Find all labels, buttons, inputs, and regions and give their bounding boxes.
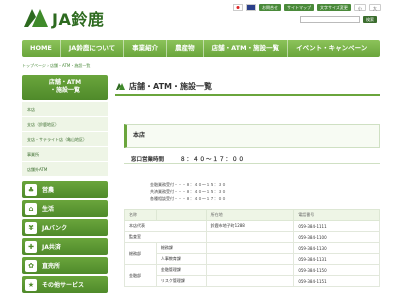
search-button[interactable]: 検索: [363, 16, 377, 23]
nav-business[interactable]: 事業紹介: [124, 40, 168, 57]
service-icon: ★: [25, 278, 37, 291]
hours-detail: 金融業務受付・・・８：４０～１５：３０ 共済業務受付・・・８：４０～１５：３０ …: [150, 182, 226, 201]
col-header-phone: 電話番号: [293, 209, 380, 221]
cell-phone: 059-384-1131: [293, 253, 380, 265]
cell-section: リスク管理課: [155, 275, 207, 287]
table-row: 本店代表 鈴鹿市地子町1288 059-384-1111: [124, 220, 380, 232]
nav-about[interactable]: JA鈴鹿について: [61, 40, 125, 57]
insurance-icon: ✚: [25, 240, 37, 253]
page-title: 店舗・ATM・施設一覧: [115, 78, 380, 96]
table-row: リスク管理課 059-384-1151: [125, 275, 380, 287]
service-label: 生活: [42, 206, 55, 213]
table-header-row: 名称 所在地 電話番号: [124, 209, 380, 221]
ja-logo[interactable]: JA鈴鹿: [22, 6, 104, 30]
global-nav: HOME JA鈴鹿について 事業紹介 農産物 店舗・ATM・施設一覧 イベント・…: [22, 40, 380, 57]
font-large-button[interactable]: 大: [368, 4, 381, 11]
cell-address: [205, 275, 295, 287]
cell-phone: 059-384-1151: [293, 275, 380, 287]
shop-icon: ✿: [25, 259, 37, 272]
cell-section: 総務課: [155, 242, 207, 254]
sidebar-heading-line1: 店舗・ATM: [48, 79, 82, 86]
cell-section: 金融管理課: [155, 264, 207, 276]
nav-events[interactable]: イベント・キャンペーン: [288, 40, 375, 57]
service-label: その他サービス: [42, 282, 85, 289]
cell-address: [205, 253, 295, 265]
sidebar-heading: 店舗・ATM ・施設一覧: [22, 75, 108, 100]
japan-flag-icon[interactable]: [233, 4, 243, 11]
page: JA鈴鹿 お問合せ サイトマップ 文字サイズ変更 小 大 検索 HOME JA鈴…: [0, 0, 400, 300]
search-input[interactable]: [300, 16, 360, 23]
contact-table: 名称 所在地 電話番号 本店代表 鈴鹿市地子町1288 059-384-1111…: [124, 209, 380, 287]
service-label: JA共済: [42, 244, 61, 251]
service-life[interactable]: ⌂ 生活: [22, 200, 108, 217]
font-small-button[interactable]: 小: [353, 4, 366, 11]
service-insurance[interactable]: ✚ JA共済: [22, 238, 108, 255]
cell-address: 鈴鹿市地子町1288: [205, 220, 295, 232]
table-row: 監査室 059-384-1100: [124, 231, 380, 243]
nav-stores[interactable]: 店舗・ATM・施設一覧: [204, 40, 289, 57]
bank-icon: ¥: [25, 221, 37, 234]
farming-icon: ♣: [25, 183, 37, 196]
cell-name: 総務部: [124, 242, 157, 265]
service-shop[interactable]: ✿ 直売所: [22, 257, 108, 274]
site-search: 検索: [300, 16, 377, 23]
sitemap-link[interactable]: サイトマップ: [284, 4, 314, 11]
hours-value: ８：４０～１７：００: [180, 157, 246, 163]
service-bank[interactable]: ¥ JAバンク: [22, 219, 108, 236]
nav-produce[interactable]: 農産物: [167, 40, 204, 57]
table-row: 金融部 金融管理課 059-384-1150: [124, 264, 380, 287]
cell-phone: 059-384-1150: [293, 264, 380, 276]
cell-name: 金融部: [124, 264, 157, 287]
sidebar-item-offices[interactable]: 事業所: [22, 147, 108, 162]
service-label: 営農: [42, 187, 55, 194]
breadcrumb[interactable]: トップページ › 店舗・ATM・施設一覧: [22, 63, 90, 69]
col-header-sub: [155, 209, 207, 221]
cell-name: 監査室: [124, 231, 207, 243]
font-size-label: 文字サイズ変更: [317, 4, 351, 11]
cell-phone: 059-384-1130: [293, 242, 380, 254]
hours-label: 窓口営業時間: [131, 157, 165, 163]
sidebar-item-kameyama-branches[interactable]: 支店・サテライト店（亀山地区）: [22, 132, 108, 147]
table-row: 総務部 総務課 059-384-1130: [124, 242, 380, 265]
divider: [124, 163, 380, 164]
col-header-address: 所在地: [205, 209, 295, 221]
nav-home[interactable]: HOME: [22, 40, 61, 57]
sidebar-menu: 本店 支店（鈴鹿地区） 支店・サテライト店（亀山地区） 事業所 店舗外ATM: [22, 102, 108, 177]
cell-phone: 059-384-1111: [293, 220, 380, 232]
service-label: JAバンク: [42, 225, 68, 232]
contact-link[interactable]: お問合せ: [259, 4, 281, 11]
sidebar-heading-line2: ・施設一覧: [49, 87, 80, 94]
logo-text: JA鈴鹿: [52, 10, 105, 29]
cell-address: [205, 264, 295, 276]
top-links: お問合せ サイトマップ 文字サイズ変更 小 大: [233, 4, 381, 11]
sidebar-item-head-office[interactable]: 本店: [22, 102, 108, 117]
uk-flag-icon[interactable]: [246, 4, 256, 11]
sidebar-item-atm[interactable]: 店舗外ATM: [22, 162, 108, 177]
cell-address: [205, 242, 295, 254]
life-icon: ⌂: [25, 202, 37, 215]
cell-section: 人事教育課: [155, 253, 207, 265]
service-farming[interactable]: ♣ 営農: [22, 181, 108, 198]
store-name-heading: 本店: [124, 124, 380, 148]
table-row: 人事教育課 059-384-1131: [125, 253, 380, 265]
cell-phone: 059-384-1100: [293, 231, 380, 243]
sidebar-item-suzuka-branches[interactable]: 支店（鈴鹿地区）: [22, 117, 108, 132]
ja-leaf-logo-icon: [24, 9, 48, 27]
service-menu: ♣ 営農 ⌂ 生活 ¥ JAバンク ✚ JA共済 ✿ 直売所 ★ その他サービス: [22, 181, 108, 295]
service-other[interactable]: ★ その他サービス: [22, 276, 108, 293]
cell-address: [205, 231, 295, 243]
col-header-name: 名称: [124, 209, 157, 221]
page-title-text: 店舗・ATM・施設一覧: [129, 81, 212, 91]
ja-leaf-icon: [116, 82, 125, 90]
service-label: 直売所: [42, 263, 61, 270]
cell-name: 本店代表: [124, 220, 207, 232]
